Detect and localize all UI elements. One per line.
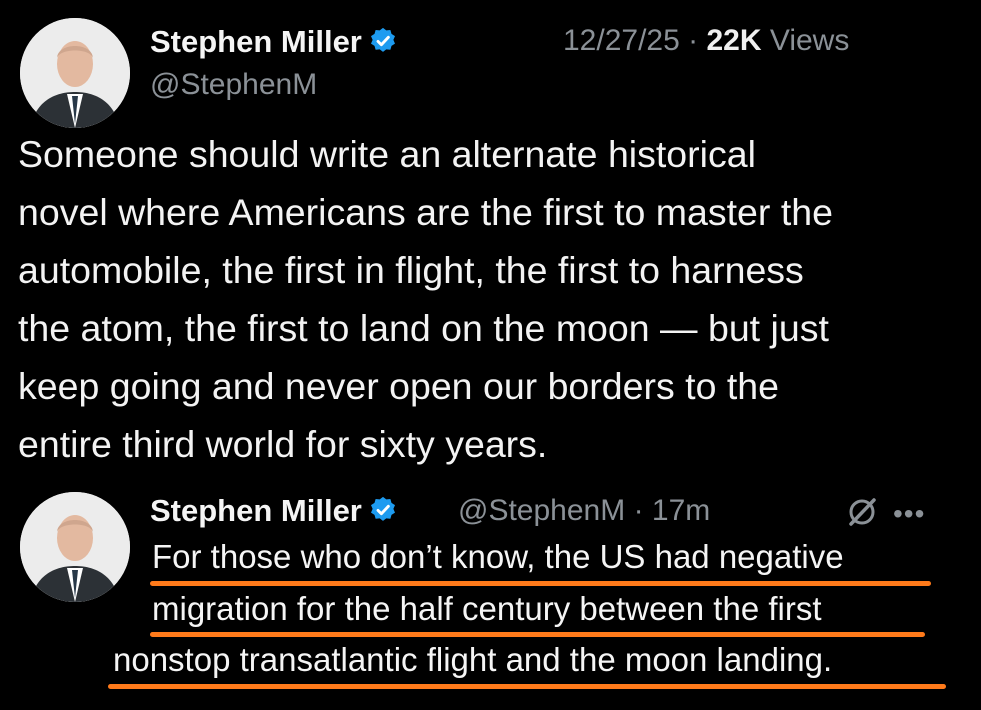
grok-icon[interactable] [845,495,879,529]
reply-text-line-1: For those who don’t know, the US had neg… [152,538,844,575]
meta-separator: · [688,24,699,57]
reply-author-name[interactable]: Stephen Miller [150,493,398,529]
views-label: Views [769,24,850,57]
reply-text-line-3: nonstop transatlantic flight and the moo… [113,641,833,678]
post-meta: 12/27/25 · 22K Views [563,24,849,58]
reply-time[interactable]: 17m [652,494,710,527]
reply-avatar[interactable] [20,492,130,602]
highlight-underline [150,581,931,586]
reply-text-line-2: migration for the half century between t… [152,590,822,627]
reply-meta: @StephenM · 17m [458,494,710,528]
highlight-underline [108,684,946,689]
author-handle[interactable]: @StephenM [150,68,317,102]
post-date[interactable]: 12/27/25 [563,24,680,57]
verified-badge-icon [368,495,398,525]
post-text: Someone should write an alternate histor… [18,133,833,465]
more-icon[interactable]: ••• [893,498,925,530]
avatar[interactable] [20,18,130,128]
meta-separator: · [633,494,644,527]
highlight-underline [150,632,925,637]
verified-badge-icon [368,26,398,56]
views-count: 22K [706,24,762,57]
reply-author-handle[interactable]: @StephenM [458,494,625,527]
author-name[interactable]: Stephen Miller [150,24,398,60]
